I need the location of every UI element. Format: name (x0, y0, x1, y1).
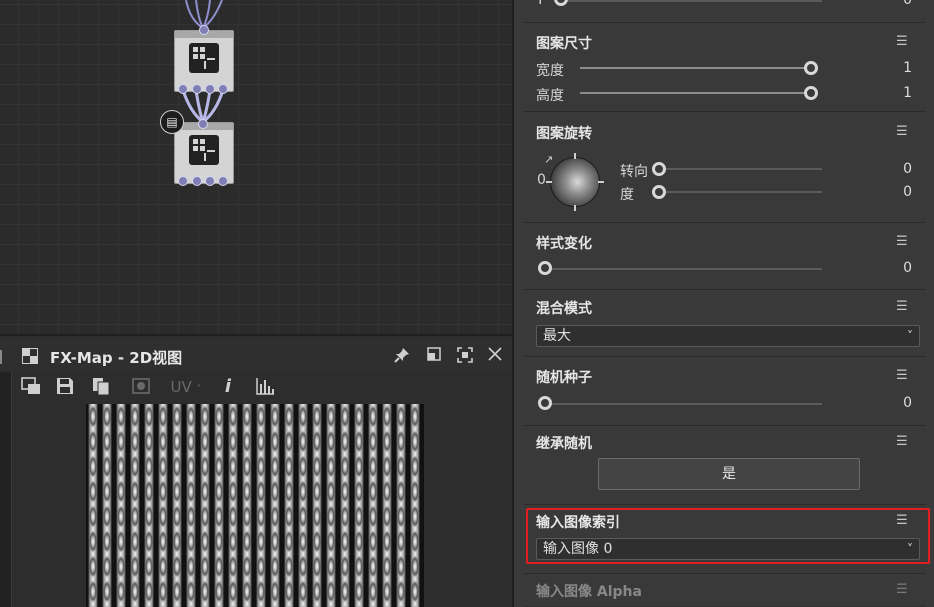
app-root: ▤ FX-Map - 2D视图 UV ˅ i Y 0 图案尺寸 ☰ 宽度 1 高… (0, 0, 934, 607)
blend-mode-select[interactable]: 最大 ˅ (536, 325, 920, 347)
section-blend-mode: 混合模式 ☰ 最大 ˅ (524, 291, 926, 357)
rotation-arrow-icon: ↗ (544, 153, 554, 166)
highlight-frame (526, 508, 930, 564)
turn-slider-track[interactable] (660, 168, 822, 170)
seed-value[interactable]: 0 (882, 395, 912, 411)
section-title: 图案旋转 (536, 126, 592, 142)
overlay-icon[interactable] (130, 376, 154, 398)
section-pattern-rotation: 图案旋转 ☰ 0 ↗ 转向 0 度 0 (524, 113, 926, 223)
fx-map-icon (189, 135, 219, 165)
height-label: 高度 (536, 88, 564, 104)
height-value[interactable]: 1 (882, 85, 912, 101)
uv-label: UV (170, 378, 192, 396)
tile-icon (22, 348, 38, 364)
style-slider-knob[interactable] (538, 261, 552, 275)
pin-icon[interactable] (393, 347, 411, 365)
section-title: 图案尺寸 (536, 36, 592, 52)
seed-slider-knob[interactable] (538, 396, 552, 410)
side-dock-strip (0, 372, 12, 607)
input-port[interactable] (199, 25, 209, 35)
y-value[interactable]: 0 (882, 0, 912, 8)
chevron-down-icon: ˅ (907, 329, 913, 343)
dial-value: 0 (537, 172, 546, 188)
output-port[interactable] (205, 176, 215, 186)
output-port[interactable] (218, 176, 228, 186)
section-menu-icon[interactable]: ☰ (896, 583, 914, 597)
section-menu-icon[interactable]: ☰ (896, 300, 914, 314)
histogram-icon[interactable] (254, 376, 276, 398)
maximize-icon[interactable] (425, 347, 443, 365)
seed-slider-track[interactable] (550, 403, 822, 405)
fx-map-node-upper[interactable] (174, 30, 234, 92)
output-port[interactable] (178, 84, 188, 94)
fit-view-icon[interactable] (456, 347, 474, 365)
fx-map-node-lower[interactable] (174, 122, 234, 184)
2d-view-image[interactable] (86, 404, 424, 607)
output-port[interactable] (192, 176, 202, 186)
section-title: 样式变化 (536, 236, 592, 252)
fx-map-icon (189, 43, 219, 73)
section-input-image-alpha: 输入图像 Alpha ☰ (524, 575, 926, 607)
degree-label: 度 (620, 187, 634, 203)
fx-map-2d-view-panel: FX-Map - 2D视图 UV ˅ i (0, 334, 512, 607)
width-value[interactable]: 1 (882, 60, 912, 76)
turn-value[interactable]: 0 (882, 161, 912, 177)
display-mode-icon[interactable] (20, 376, 42, 398)
graph-connections (181, 0, 225, 124)
section-style-variation: 样式变化 ☰ 0 (524, 224, 926, 290)
copy-icon[interactable] (90, 376, 112, 398)
output-port[interactable] (218, 84, 228, 94)
section-menu-icon[interactable]: ☰ (896, 235, 914, 249)
style-value[interactable]: 0 (882, 260, 912, 276)
output-port[interactable] (205, 84, 215, 94)
rotation-dial[interactable] (546, 153, 604, 211)
save-icon[interactable] (54, 376, 76, 398)
width-slider-knob[interactable] (804, 61, 818, 75)
y-slider-track[interactable] (564, 0, 822, 2)
close-icon[interactable] (486, 347, 504, 365)
chevron-down-icon: ˅ (196, 384, 202, 395)
y-slider-knob[interactable] (554, 0, 568, 6)
input-port[interactable] (198, 119, 208, 129)
output-port[interactable] (178, 176, 188, 186)
panel-title-bar: FX-Map - 2D视图 (0, 338, 512, 370)
degree-slider-track[interactable] (660, 191, 822, 193)
degree-value[interactable]: 0 (882, 184, 912, 200)
section-title: 随机种子 (536, 370, 592, 386)
width-slider-track[interactable] (580, 67, 808, 69)
section-menu-icon[interactable]: ☰ (896, 35, 914, 49)
degree-slider-knob[interactable] (652, 185, 666, 199)
section-title: 混合模式 (536, 301, 592, 317)
output-port[interactable] (192, 84, 202, 94)
uv-dropdown[interactable]: UV ˅ (166, 376, 206, 398)
blend-mode-value: 最大 (543, 328, 571, 344)
panel-title: FX-Map - 2D视图 (50, 349, 183, 367)
section-pattern-size: 图案尺寸 ☰ 宽度 1 高度 1 (524, 24, 926, 112)
style-slider-track[interactable] (550, 268, 822, 270)
panel-grip[interactable] (0, 350, 4, 364)
section-title: 继承随机 (536, 436, 592, 452)
document-icon[interactable]: ▤ (160, 110, 184, 134)
height-slider-knob[interactable] (804, 86, 818, 100)
width-label: 宽度 (536, 63, 564, 79)
section-menu-icon[interactable]: ☰ (896, 125, 914, 139)
section-random-seed: 随机种子 ☰ 0 (524, 358, 926, 426)
inherit-random-button[interactable]: 是 (598, 458, 860, 490)
view-toolbar: UV ˅ i (14, 372, 512, 402)
turn-slider-knob[interactable] (652, 162, 666, 176)
turn-label: 转向 (620, 164, 648, 180)
info-icon[interactable]: i (220, 376, 236, 398)
section-menu-icon[interactable]: ☰ (896, 435, 914, 449)
y-label: Y (536, 0, 545, 8)
section-title: 输入图像 Alpha (536, 584, 642, 600)
graph-canvas[interactable]: ▤ (0, 0, 512, 334)
height-slider-track[interactable] (580, 92, 808, 94)
section-menu-icon[interactable]: ☰ (896, 369, 914, 383)
section-offset-partial: Y 0 (524, 0, 926, 23)
